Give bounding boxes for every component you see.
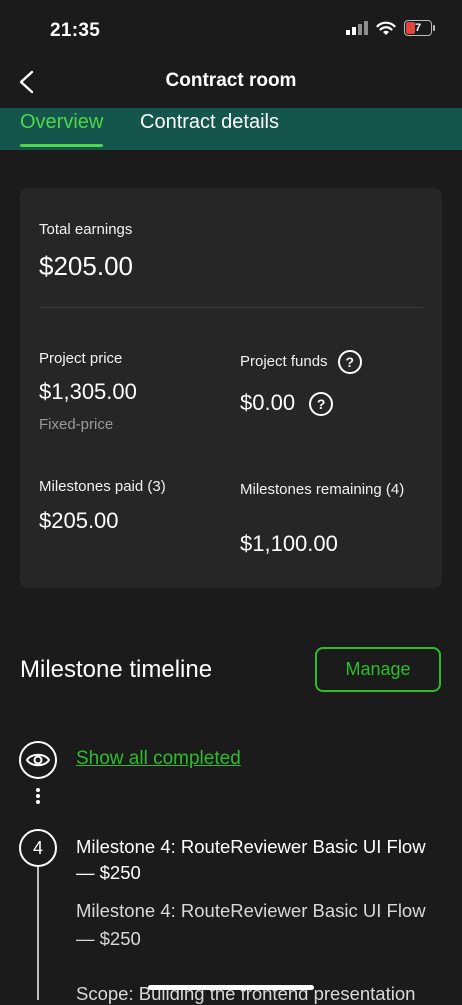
help-icon[interactable]: ? <box>337 350 362 374</box>
earnings-card: Total earnings $205.00 Project price $1,… <box>20 188 442 588</box>
battery-level: 7 <box>414 22 422 34</box>
milestones-remaining-label: Milestones remaining (4) <box>240 481 405 498</box>
status-bar: 21:35 7 <box>0 0 462 60</box>
tab-overview-label: Overview <box>20 111 104 133</box>
project-funds-label: Project funds <box>240 352 328 370</box>
project-price-value: $1,305.00 <box>39 379 137 404</box>
project-funds-value-row: $0.00 ? <box>240 390 334 417</box>
milestones-paid-value: $205.00 <box>39 508 119 533</box>
cellular-signal-icon <box>346 21 368 35</box>
total-earnings-label: Total earnings <box>39 221 133 238</box>
tab-bar: Overview Contract details <box>0 108 462 150</box>
help-icon[interactable]: ? <box>309 392 334 417</box>
nav-bar: Contract room <box>0 60 462 106</box>
timeline-connector <box>37 860 39 1000</box>
project-price-label: Project price <box>39 350 123 367</box>
manage-button[interactable]: Manage <box>315 647 441 692</box>
wifi-icon <box>376 21 396 35</box>
tab-contract-details-label: Contract details <box>140 111 279 133</box>
card-divider <box>39 307 423 308</box>
milestone-timeline-title: Milestone timeline <box>20 656 213 683</box>
milestone-number-badge: 4 <box>19 829 57 867</box>
page-title: Contract room <box>165 70 297 91</box>
project-price-type: Fixed-price <box>39 416 114 433</box>
milestone-title: Milestone 4: RouteReviewer Basic UI Flow… <box>76 836 426 883</box>
battery-icon: 7 <box>404 20 435 36</box>
tab-contract-details[interactable]: Contract details <box>140 108 279 150</box>
milestone-description: Milestone 4: RouteReviewer Basic UI Flow… <box>76 900 426 949</box>
show-completed-toggle[interactable] <box>19 741 57 779</box>
milestones-remaining-value: $1,100.00 <box>240 531 338 556</box>
show-all-completed-link[interactable]: Show all completed <box>76 748 241 770</box>
eye-icon <box>26 753 50 767</box>
home-indicator[interactable] <box>148 985 314 990</box>
status-icons: 7 <box>346 20 435 36</box>
status-time: 21:35 <box>50 20 101 41</box>
project-funds-label-row: Project funds ? <box>240 350 362 374</box>
tab-overview[interactable]: Overview <box>20 108 104 150</box>
active-tab-indicator <box>20 144 104 147</box>
project-funds-value: $0.00 <box>240 390 296 415</box>
milestones-paid-label: Milestones paid (3) <box>39 478 166 495</box>
more-dots-icon <box>35 788 41 806</box>
total-earnings-value: $205.00 <box>39 251 133 281</box>
